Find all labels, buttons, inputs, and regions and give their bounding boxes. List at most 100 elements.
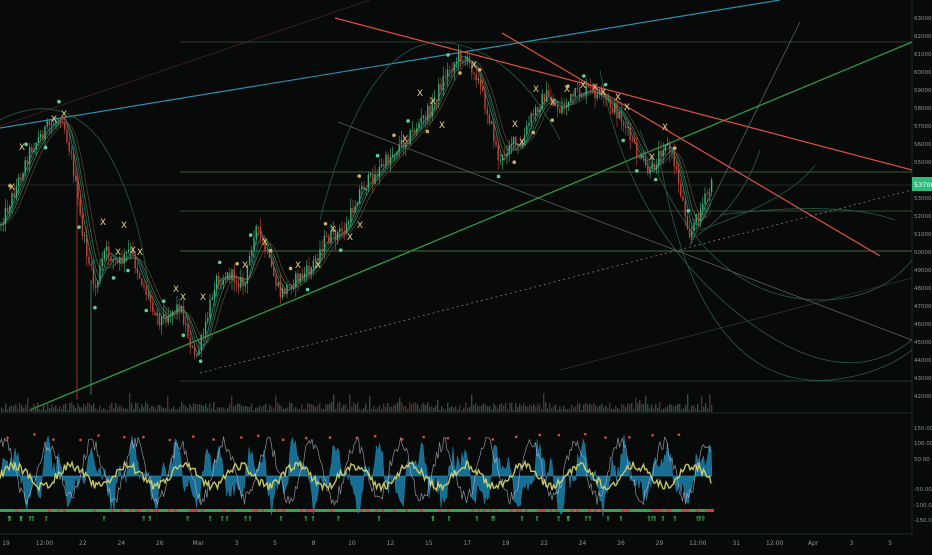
candle-body bbox=[369, 173, 372, 175]
volume-bar bbox=[687, 393, 689, 412]
trend-band-segment bbox=[552, 509, 555, 512]
candle-body bbox=[279, 282, 282, 298]
candle-body bbox=[24, 160, 26, 174]
volume-bar bbox=[685, 404, 687, 412]
candle-body bbox=[191, 346, 194, 348]
candle-body bbox=[462, 61, 464, 63]
arrow-marker: ⇑ bbox=[208, 515, 214, 523]
candle-body bbox=[438, 84, 440, 101]
trend-band-segment bbox=[168, 509, 171, 512]
candle-body bbox=[688, 229, 691, 238]
volume-bar bbox=[665, 406, 667, 412]
candle-body bbox=[387, 154, 389, 164]
volume-bar bbox=[173, 406, 175, 412]
trend-band-segment bbox=[588, 509, 591, 512]
trend-band-segment bbox=[357, 509, 360, 512]
trend-band-segment bbox=[273, 509, 276, 512]
arrow-marker: ⇑ bbox=[605, 515, 611, 523]
trend-band-segment bbox=[366, 509, 369, 512]
volume-bar bbox=[381, 409, 383, 412]
x-marker: X bbox=[137, 248, 143, 258]
signal-dot bbox=[111, 276, 116, 280]
trend-band-segment bbox=[690, 509, 693, 512]
candle-body bbox=[86, 235, 88, 257]
volume-bar bbox=[477, 405, 479, 412]
candle-body bbox=[42, 134, 44, 140]
volume-bar bbox=[565, 409, 567, 412]
volume-bar bbox=[117, 406, 119, 412]
volume-bar bbox=[501, 403, 503, 412]
trend-band-segment bbox=[114, 509, 117, 512]
trend-band-segment bbox=[348, 509, 351, 512]
oscillator-peak-dot bbox=[239, 436, 243, 439]
signal-dot bbox=[566, 84, 570, 88]
trend-band-segment bbox=[300, 509, 303, 512]
signal-dot bbox=[357, 174, 362, 178]
oscillator-peak-dot bbox=[281, 438, 285, 442]
x-marker: X bbox=[662, 123, 668, 133]
trend-band-segment bbox=[639, 509, 642, 512]
candle-body bbox=[255, 226, 257, 238]
candle-body bbox=[277, 282, 279, 286]
volume-bar bbox=[287, 407, 289, 412]
candle-body bbox=[504, 154, 506, 157]
volume-bar bbox=[347, 409, 349, 412]
volume-bar bbox=[409, 402, 411, 412]
trend-band-segment bbox=[405, 509, 408, 512]
candle-body bbox=[565, 105, 568, 107]
candle-body bbox=[33, 149, 35, 153]
candle-body bbox=[229, 272, 231, 281]
signal-dot bbox=[248, 233, 253, 237]
chart-svg[interactable]: XXX XXXXX XXX XXXX XXXXXXXXXXXXXX X X X XXXX ⇑ ⇑⇑… bbox=[0, 0, 932, 550]
volume-bar bbox=[21, 405, 23, 412]
volume-bar bbox=[215, 409, 217, 412]
oscillator-peak-dot bbox=[328, 436, 332, 439]
volume-bar bbox=[123, 408, 125, 412]
volume-bar bbox=[59, 406, 61, 412]
volume-bar bbox=[101, 409, 103, 412]
candle-body bbox=[200, 334, 202, 350]
volume-bar bbox=[371, 408, 373, 412]
signal-dot bbox=[338, 248, 343, 252]
arrow-marker: ⇑ bbox=[534, 515, 540, 523]
trend-band-segment bbox=[261, 509, 264, 512]
volume-bar bbox=[289, 402, 291, 412]
trend-band-segment bbox=[651, 509, 654, 512]
volume-bar bbox=[341, 407, 343, 412]
trading-chart[interactable]: XXXXXXXXXXXXXXXXXXXXXXXXXXXXXXXXXXXX ⇑ ⇑ ⇑… bbox=[0, 0, 932, 550]
candle-body bbox=[231, 269, 233, 281]
trend-band-segment bbox=[6, 509, 9, 512]
candle-body bbox=[473, 72, 475, 74]
volume-bar bbox=[459, 405, 461, 412]
candle-body bbox=[15, 185, 18, 198]
trend-band-segment bbox=[303, 509, 306, 512]
candle-body bbox=[226, 272, 229, 280]
trend-band-segment bbox=[198, 509, 201, 512]
volume-bar bbox=[195, 404, 197, 412]
time-axis-label: 5 bbox=[888, 540, 892, 547]
volume-bar bbox=[203, 406, 205, 412]
arrow-marker: ⇑ bbox=[7, 515, 13, 523]
oscillator-peak-dot bbox=[304, 436, 308, 440]
candle-body bbox=[420, 117, 422, 123]
trend-band-segment bbox=[375, 509, 378, 512]
arrow-marker: ⇑ bbox=[519, 515, 525, 523]
trend-band-segment bbox=[147, 509, 150, 512]
volume-bar bbox=[571, 404, 573, 412]
volume-bar bbox=[55, 405, 57, 412]
x-marker: X bbox=[439, 121, 445, 131]
volume-bar bbox=[273, 408, 275, 412]
trend-band-segment bbox=[240, 509, 243, 512]
candle-body bbox=[224, 279, 227, 281]
trend-band-segment bbox=[117, 509, 120, 512]
volume-bar bbox=[319, 403, 321, 412]
trend-band-segment bbox=[177, 509, 180, 512]
oscillator-peak-dot bbox=[446, 436, 450, 440]
volume-bar bbox=[641, 403, 643, 412]
volume-bar bbox=[51, 404, 53, 412]
volume-bar bbox=[629, 404, 631, 412]
x-marker: X bbox=[262, 238, 268, 248]
volume-bar bbox=[349, 394, 351, 412]
trend-band-segment bbox=[711, 509, 714, 512]
signal-dot bbox=[458, 71, 462, 75]
